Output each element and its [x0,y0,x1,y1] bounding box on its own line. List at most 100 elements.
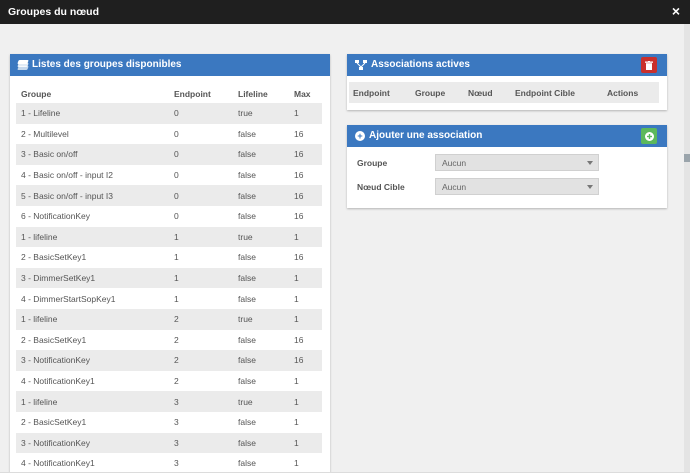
cell-max: 16 [289,185,322,206]
cell-endpoint: 1 [169,267,233,289]
cell-groupe: 4 - NotificationKey1 [16,370,169,392]
cell-endpoint: 0 [169,103,233,124]
cell-lifeline: false [233,267,289,289]
target-select-value: Aucun [442,182,467,192]
cell-endpoint: 0 [169,185,233,206]
cell-max: 1 [289,226,322,248]
cell-groupe: 1 - lifeline [16,391,169,412]
table-row: 3 - NotificationKey 2 false 16 [16,350,322,371]
table-row: 3 - DimmerSetKey1 1 false 1 [16,267,322,289]
col-max: Max [294,88,311,99]
cell-max: 16 [289,247,322,268]
cell-lifeline: true [233,391,289,412]
cell-endpoint: 1 [169,247,233,268]
groups-table-header: Groupe Endpoint Lifeline Max [16,84,322,103]
cell-endpoint: 2 [169,308,233,330]
group-label: Groupe [357,157,388,168]
delete-all-button[interactable] [641,57,657,73]
caret-down-icon [587,185,593,189]
cell-groupe: 4 - NotificationKey1 [16,453,169,474]
cell-lifeline: true [233,226,289,248]
cell-groupe: 2 - BasicSetKey1 [16,247,169,268]
table-row: 3 - NotificationKey 3 false 1 [16,432,322,454]
target-node-select[interactable]: Aucun [435,178,599,195]
cell-groupe: 1 - lifeline [16,308,169,330]
cell-endpoint: 3 [169,411,233,433]
groups-panel-title: Listes des groupes disponibles [32,59,182,70]
groups-table: Groupe Endpoint Lifeline Max 1 - Lifelin… [16,84,322,474]
table-row: 4 - Basic on/off - input I2 0 false 16 [16,164,322,186]
cell-groupe: 4 - DimmerStartSopKey1 [16,288,169,309]
cell-max: 1 [289,370,322,392]
associations-panel: Associations actives Endpoint Groupe Nœu… [347,54,667,110]
target-label: Nœud Cible [357,181,405,192]
table-row: 4 - NotificationKey1 3 false 1 [16,453,322,474]
scrollbar-thumb[interactable] [684,154,690,162]
col-lifeline: Lifeline [238,88,268,99]
cell-max: 16 [289,350,322,371]
col-groupe: Groupe [21,88,52,99]
col-actions: Actions [603,82,659,103]
cell-lifeline: false [233,329,289,351]
add-association-title: Ajouter une association [369,130,483,141]
table-row: 2 - BasicSetKey1 1 false 16 [16,247,322,268]
col-groupe: Groupe [411,82,464,103]
target-row: Nœud Cible Aucun [357,178,599,195]
group-select-value: Aucun [442,158,467,168]
cell-lifeline: false [233,205,289,227]
cell-max: 1 [289,391,322,412]
close-icon[interactable]: × [672,4,680,18]
group-row: Groupe Aucun [357,154,599,171]
cell-lifeline: false [233,164,289,186]
table-row: 4 - DimmerStartSopKey1 1 false 1 [16,288,322,309]
groups-panel-header: Listes des groupes disponibles [10,54,330,76]
cell-lifeline: false [233,432,289,454]
table-row: 1 - lifeline 2 true 1 [16,308,322,330]
cell-endpoint: 2 [169,329,233,351]
cell-max: 16 [289,144,322,165]
dialog-content: Listes des groupes disponibles Groupe En… [0,24,684,476]
col-endpoint: Endpoint [174,88,211,99]
table-row: 1 - lifeline 1 true 1 [16,226,322,248]
add-association-header: + Ajouter une association [347,125,667,147]
cell-groupe: 2 - BasicSetKey1 [16,329,169,351]
add-association-button[interactable] [641,128,657,144]
table-row: 2 - Multilevel 0 false 16 [16,123,322,145]
cell-groupe: 1 - lifeline [16,226,169,248]
cell-groupe: 3 - NotificationKey [16,350,169,371]
cell-groupe: 3 - DimmerSetKey1 [16,267,169,289]
cell-groupe: 5 - Basic on/off - input I3 [16,185,169,206]
cell-endpoint: 0 [169,123,233,145]
cell-max: 1 [289,411,322,433]
cell-endpoint: 3 [169,432,233,454]
dialog-title: Groupes du nœud [8,6,99,18]
associations-panel-title: Associations actives [371,59,470,70]
cell-max: 16 [289,164,322,186]
cell-groupe: 4 - Basic on/off - input I2 [16,164,169,186]
cell-max: 16 [289,205,322,227]
cell-endpoint: 2 [169,370,233,392]
scrollbar[interactable] [684,24,690,472]
cell-groupe: 3 - NotificationKey [16,432,169,454]
table-row: 4 - NotificationKey1 2 false 1 [16,370,322,392]
table-row: 2 - BasicSetKey1 2 false 16 [16,329,322,351]
cell-groupe: 2 - BasicSetKey1 [16,411,169,433]
cell-groupe: 6 - NotificationKey [16,205,169,227]
cell-max: 1 [289,267,322,289]
col-noeud: Nœud [464,82,511,103]
cell-max: 1 [289,308,322,330]
table-row: 3 - Basic on/off 0 false 16 [16,144,322,165]
group-select[interactable]: Aucun [435,154,599,171]
cell-max: 1 [289,103,322,124]
cell-lifeline: false [233,288,289,309]
cell-max: 1 [289,453,322,474]
groups-table-body: 1 - Lifeline 0 true 1 2 - Multilevel 0 false 16… [16,103,322,474]
cell-endpoint: 3 [169,453,233,474]
cell-lifeline: false [233,370,289,392]
dialog-titlebar: Groupes du nœud × [0,0,690,24]
add-association-panel: + Ajouter une association Groupe Aucun N… [347,125,667,208]
table-row: 6 - NotificationKey 0 false 16 [16,205,322,227]
associations-panel-header: Associations actives [347,54,667,76]
cell-endpoint: 0 [169,205,233,227]
dialog-bottom-edge [0,472,690,476]
